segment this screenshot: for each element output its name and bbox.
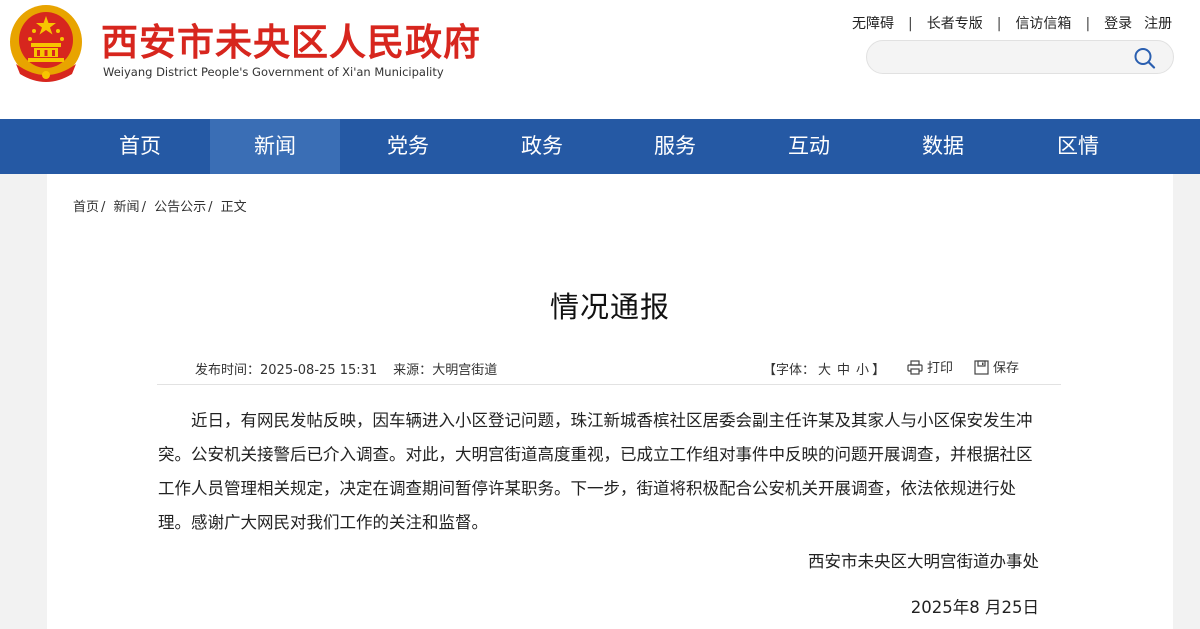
font-size-close: 】 [872, 363, 886, 378]
nav-item-interaction[interactable]: 互动 [744, 119, 874, 174]
nav-item-home[interactable]: 首页 [75, 119, 205, 174]
search-icon[interactable] [1133, 47, 1157, 69]
nav-item-services[interactable]: 服务 [610, 119, 740, 174]
link-separator: | [1085, 16, 1091, 32]
source: 大明宫街道 [432, 363, 498, 378]
print-label: 打印 [927, 361, 954, 376]
breadcrumb-current: 正文 [220, 200, 247, 215]
font-size-label: 【字体： [763, 363, 816, 378]
top-links: 无障碍 | 长者专版 | 信访信箱 | 登录 注册 [852, 13, 1172, 33]
printer-icon [907, 360, 923, 375]
article-meta: 发布时间：2025-08-25 15:31 来源：大明宫街道 [195, 359, 497, 378]
nav-item-news[interactable]: 新闻 [210, 119, 340, 174]
accessibility-link[interactable]: 无障碍 [852, 16, 894, 32]
search-input[interactable] [883, 47, 1127, 69]
site-title[interactable]: 西安市未央区人民政府 [101, 12, 481, 66]
font-size-switcher: 【字体：大中小】 [763, 359, 885, 378]
nav-item-government[interactable]: 政务 [477, 119, 607, 174]
save-icon [974, 360, 989, 375]
publish-time: 2025-08-25 15:31 [260, 363, 378, 378]
petition-mailbox-link[interactable]: 信访信箱 [1015, 16, 1071, 32]
breadcrumb-home[interactable]: 首页 [73, 200, 99, 215]
link-separator: | [996, 16, 1002, 32]
font-size-small[interactable]: 小 [856, 363, 869, 378]
source-label: 来源： [393, 363, 433, 378]
save-label: 保存 [993, 361, 1020, 376]
register-link[interactable]: 注册 [1144, 16, 1172, 32]
save-button[interactable]: 保存 [974, 357, 1019, 376]
article-signature: 西安市未央区大明宫街道办事处 [808, 552, 1039, 571]
font-size-large[interactable]: 大 [818, 363, 831, 378]
nav-item-party[interactable]: 党务 [343, 119, 473, 174]
font-size-medium[interactable]: 中 [837, 363, 850, 378]
publish-time-label: 发布时间： [195, 363, 261, 378]
main-nav: 首页 新闻 党务 政务 服务 互动 数据 区情 [0, 119, 1200, 174]
nav-item-district-info[interactable]: 区情 [1013, 119, 1143, 174]
site-subtitle: Weiyang District People's Government of … [103, 65, 444, 79]
article-panel: 首页 / 新闻 / 公告公示 / 正文 情况通报 发布时间：2025-08-25 15… [47, 174, 1173, 629]
article-date: 2025年8 月25日 [910, 598, 1039, 617]
site-header: 西安市未央区人民政府 Weiyang District People's Gov… [0, 0, 1200, 119]
meta-divider [157, 384, 1061, 385]
search-box [866, 40, 1174, 74]
article-body: 近日，有网民发帖反映，因车辆进入小区登记问题，珠江新城香槟社区居委会副主任许某及… [158, 411, 1033, 532]
breadcrumb-announcements[interactable]: 公告公示 [154, 200, 206, 215]
print-button[interactable]: 打印 [907, 357, 953, 376]
login-link[interactable]: 登录 [1104, 16, 1132, 32]
nav-item-data[interactable]: 数据 [878, 119, 1008, 174]
link-separator: | [908, 16, 913, 32]
breadcrumb: 首页 / 新闻 / 公告公示 / 正文 [73, 200, 247, 215]
national-emblem-icon[interactable] [6, 2, 86, 86]
elderly-version-link[interactable]: 长者专版 [927, 16, 983, 32]
breadcrumb-news[interactable]: 新闻 [114, 200, 140, 215]
article-title: 情况通报 [549, 290, 670, 324]
